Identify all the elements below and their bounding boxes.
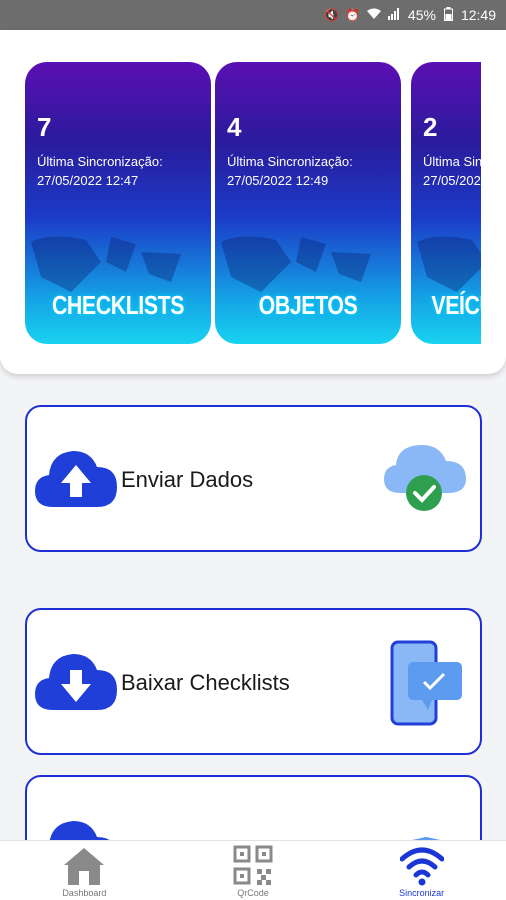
card-veiculos[interactable]: 2 Última Sincronização: 27/05/2022 12:49… [411,62,481,344]
card-title: OBJETOS [258,290,358,320]
battery-percent: 45% [407,7,436,23]
status-bar: 🔇 ⏰ 45% 12:49 [0,0,506,30]
alarm-icon: ⏰ [344,8,360,22]
nav-qrcode[interactable]: QrCode [169,841,338,900]
card-sync-label: Última Sincronização: [227,154,353,169]
mute-icon: 🔇 [324,8,339,22]
card-objetos[interactable]: 4 Última Sincronização: 27/05/2022 12:49… [215,62,401,344]
phone-chat-icon [390,640,462,726]
cloud-check-icon [384,445,466,511]
card-count: 4 [227,112,242,142]
wifi-icon [399,847,444,886]
card-sync-info: Última Sincronização: 27/05/2022 12:47 [37,152,207,190]
nav-label: Sincronizar [399,888,445,898]
card-sync-time: 27/05/2022 12:49 [227,173,329,188]
card-sync-label: Última Sincronização: [423,154,481,169]
card-sync-time: 27/05/2022 12:49 [423,173,481,188]
cloud-download-icon [35,654,117,710]
card-count: 7 [37,112,52,142]
cloud-upload-icon [35,451,117,507]
card-sync-info: Última Sincronização: 27/05/2022 12:49 [423,152,481,190]
card-title: VEÍCULOS [431,290,481,320]
nav-sincronizar[interactable]: Sincronizar [337,841,506,900]
card-checklists[interactable]: 7 Última Sincronização: 27/05/2022 12:47… [25,62,211,344]
battery-icon [443,6,453,24]
nav-dashboard[interactable]: Dashboard [0,841,169,900]
wifi-status-icon [366,8,382,23]
card-sync-label: Última Sincronização: [37,154,163,169]
sync-cards-carousel[interactable]: 7 Última Sincronização: 27/05/2022 12:47… [0,30,506,374]
status-icons: 🔇 ⏰ [324,7,400,23]
nav-label: Dashboard [62,888,107,898]
cards-track[interactable]: 7 Última Sincronização: 27/05/2022 12:47… [25,62,481,344]
action-label: Baixar Checklists [121,670,290,695]
card-count: 2 [423,112,438,142]
card-sync-info: Última Sincronização: 27/05/2022 12:49 [227,152,397,190]
clock: 12:49 [460,7,496,23]
qrcode-icon [233,845,273,885]
nav-label: QrCode [237,888,269,898]
action-label: Enviar Dados [121,467,254,492]
home-icon [64,848,105,885]
card-sync-time: 27/05/2022 12:47 [37,173,139,188]
download-checklists-button[interactable]: Baixar Checklists [25,608,482,755]
send-data-button[interactable]: Enviar Dados [25,405,482,552]
bottom-nav: Dashboard QrCode Sincronizar [0,840,506,900]
signal-icon [387,7,400,23]
card-title: CHECKLISTS [51,290,185,320]
